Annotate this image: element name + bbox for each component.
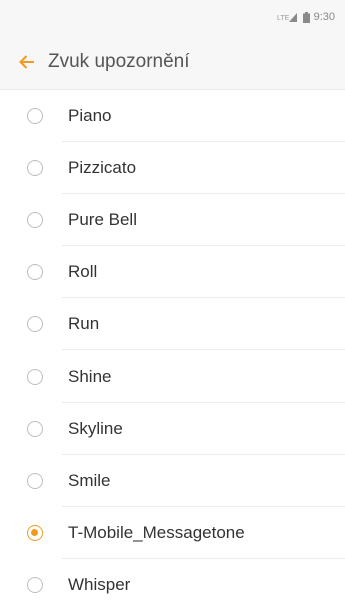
radio-button-checked[interactable] <box>27 524 43 541</box>
list-item[interactable]: Piano <box>0 90 345 143</box>
option-label: Shine <box>68 366 112 386</box>
status-time: 9:30 <box>313 11 335 23</box>
radio-button[interactable] <box>27 472 43 489</box>
list-item[interactable]: T-Mobile_Messagetone <box>0 507 345 559</box>
list-item[interactable]: Roll <box>0 246 345 299</box>
list-item[interactable]: Pizzicato <box>0 142 345 195</box>
status-bar: LTE 9:30 <box>0 0 345 34</box>
radio-button[interactable] <box>27 576 43 593</box>
signal-icon: LTE <box>277 12 299 22</box>
radio-button[interactable] <box>27 316 43 333</box>
option-label: Run <box>68 314 100 334</box>
option-label: Whisper <box>68 574 131 594</box>
option-label: Piano <box>68 106 112 126</box>
option-label: T-Mobile_Messagetone <box>68 522 245 542</box>
list-item[interactable]: Run <box>0 298 345 351</box>
list-item[interactable]: Skyline <box>0 403 345 455</box>
option-label: Pure Bell <box>68 210 137 230</box>
option-label: Smile <box>68 470 111 490</box>
radio-button[interactable] <box>27 108 43 125</box>
list-item[interactable]: Shine <box>0 350 345 403</box>
back-arrow-icon[interactable] <box>16 51 38 73</box>
radio-button[interactable] <box>27 212 43 229</box>
sound-options-list: Piano Pizzicato Pure Bell Roll Run Shine Skyli… <box>0 90 345 611</box>
app-bar: Zvuk upozornění <box>0 34 345 89</box>
radio-button[interactable] <box>27 264 43 281</box>
radio-button[interactable] <box>27 368 43 385</box>
radio-button[interactable] <box>27 420 43 437</box>
list-item[interactable]: Smile <box>0 455 345 507</box>
battery-icon <box>302 11 310 23</box>
svg-text:LTE: LTE <box>277 15 290 22</box>
page-title: Zvuk upozornění <box>48 50 190 72</box>
option-label: Skyline <box>68 418 123 438</box>
list-item[interactable]: Whisper <box>0 559 345 611</box>
radio-button[interactable] <box>27 160 43 177</box>
option-label: Pizzicato <box>68 158 137 178</box>
option-label: Roll <box>68 262 98 282</box>
list-item[interactable]: Pure Bell <box>0 194 345 247</box>
